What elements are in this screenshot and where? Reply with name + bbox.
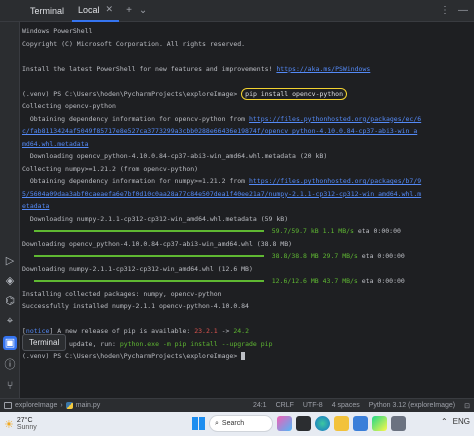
notice-line: [notice] A new release of pip is availab… <box>22 327 250 335</box>
pycharm-icon[interactable] <box>372 416 387 431</box>
tool-window-strip: ▷ ◈ ⌬ ⌖ ▣ ⓘ ⑂ <box>0 22 20 398</box>
prompt: (.venv) PS C:\Users\hoden\PycharmProject… <box>22 352 242 360</box>
system-tray: ⌃ ENG <box>441 417 470 426</box>
settings-icon[interactable] <box>391 416 406 431</box>
tool-window-header: Terminal Local ✕ + ⌄ ⋮ — <box>0 0 474 22</box>
terminal-tooltip: Terminal <box>22 334 67 351</box>
search-label: Search <box>221 420 245 427</box>
terminal-line: md64.whl.metadata <box>22 138 470 151</box>
git-icon[interactable]: ⑂ <box>3 379 17 393</box>
breadcrumb-project[interactable]: exploreImage <box>15 402 57 409</box>
terminal-line: Collecting numpy>=1.21.2 (from opencv-py… <box>22 164 199 173</box>
file-encoding[interactable]: UTF-8 <box>303 402 323 410</box>
prompt: (.venv) PS C:\Users\hoden\PycharmProject… <box>22 89 242 98</box>
python-console-icon[interactable]: ⌬ <box>3 294 17 308</box>
breadcrumb: exploreImage › main.py <box>4 402 100 409</box>
project-icon <box>4 402 12 409</box>
tool-window-title: Terminal <box>30 5 65 16</box>
windows-start-icon[interactable] <box>192 417 205 430</box>
progress-stats: 59.7/59.7 kB 1.1 MB/s <box>271 227 354 235</box>
close-icon[interactable]: ✕ <box>106 4 114 15</box>
copilot-icon[interactable] <box>277 416 292 431</box>
python-interpreter[interactable]: Python 3.12 (exploreImage) <box>369 402 455 410</box>
add-tab-icon[interactable]: + <box>126 5 132 16</box>
progress-stats: 38.8/38.8 MB 29.7 MB/s <box>271 252 358 260</box>
chevron-down-icon[interactable]: ⌄ <box>139 5 147 16</box>
terminal-output[interactable]: Windows PowerShell Copyright (C) Microso… <box>22 22 470 398</box>
terminal-line: Downloading numpy-2.1.1-cp312-cp312-win_… <box>22 214 289 223</box>
taskbar-search[interactable]: ⌕ Search <box>209 415 273 432</box>
numpy-metadata-link[interactable]: 5/5604a09daa3abf0caeaefa6e7bf0d10c0aa28a… <box>22 190 421 198</box>
terminal-prompt-line: (.venv) PS C:\Users\hoden\PycharmProject… <box>22 87 470 101</box>
task-view-icon[interactable] <box>296 416 311 431</box>
store-icon[interactable] <box>353 416 368 431</box>
status-bar: exploreImage › main.py 24:1 CRLF UTF-8 4… <box>0 398 474 412</box>
taskbar: ☀ 27°C Sunny ⌕ Search ⌃ ENG <box>0 412 474 436</box>
progress-line: 59.7/59.7 kB 1.1 MB/s eta 0:00:00 <box>22 225 470 238</box>
file-explorer-icon[interactable] <box>334 416 349 431</box>
caret-position[interactable]: 24:1 <box>253 402 267 410</box>
weather-desc: Sunny <box>16 424 37 431</box>
terminal-line: 5/5604a09daa3abf0caeaefa6e7bf0d10c0aa28a… <box>22 188 470 201</box>
indent-setting[interactable]: 4 spaces <box>332 402 360 410</box>
weather-temp: 27°C <box>16 417 33 424</box>
progress-line: 12.6/12.6 MB 43.7 MB/s eta 0:00:00 <box>22 275 470 288</box>
tab-local[interactable]: Local ✕ <box>72 0 120 22</box>
terminal-line: Collecting opencv-python <box>22 102 116 110</box>
search-icon: ⌕ <box>215 419 219 427</box>
python-file-icon <box>65 402 73 409</box>
terminal-line: Successfully installed numpy-2.1.1 openc… <box>22 302 249 310</box>
progress-eta: eta 0:00:00 <box>357 252 405 260</box>
terminal-line: Downloading opencv_python-4.10.0.84-cp37… <box>22 152 328 160</box>
terminal-line: Obtaining dependency information for ope… <box>22 114 422 123</box>
terminal-prompt-line: (.venv) PS C:\Users\hoden\PycharmProject… <box>22 350 470 363</box>
minimize-icon[interactable]: — <box>458 5 468 16</box>
python-packages-icon[interactable]: ◈ <box>3 274 17 288</box>
opencv-metadata-link[interactable]: https://files.pythonhosted.org/packages/… <box>249 115 421 123</box>
more-options-icon[interactable]: ⋮ <box>440 5 450 16</box>
run-icon[interactable]: ▷ <box>3 254 17 268</box>
progress-bar <box>33 280 264 282</box>
terminal-line: Obtaining dependency information for num… <box>22 177 422 185</box>
numpy-metadata-link[interactable]: etadata <box>22 202 49 210</box>
cursor <box>241 352 246 360</box>
terminal-line: etadata <box>22 200 470 213</box>
terminal-line: Downloading numpy-2.1.1-cp312-cp312-win_… <box>22 264 253 273</box>
numpy-metadata-link[interactable]: https://files.pythonhosted.org/packages/… <box>249 177 421 185</box>
pip-install-command: pip install opencv-python <box>241 87 347 100</box>
opencv-metadata-link[interactable]: md64.whl.metadata <box>22 140 89 148</box>
lock-icon[interactable]: ⊡ <box>464 402 470 410</box>
terminal-line: Downloading opencv_python-4.10.0.84-cp37… <box>22 239 293 248</box>
progress-bar <box>33 255 264 257</box>
language-indicator[interactable]: ENG <box>453 417 470 426</box>
breadcrumb-separator: › <box>60 402 63 409</box>
services-icon[interactable]: ⌖ <box>3 314 17 328</box>
chevron-up-icon[interactable]: ⌃ <box>441 417 448 426</box>
breadcrumb-file[interactable]: main.py <box>76 402 101 409</box>
terminal-line: Windows PowerShell <box>22 27 93 35</box>
line-ending[interactable]: CRLF <box>276 402 294 410</box>
opencv-metadata-link[interactable]: c/fab8113424af5049f85717e8e527ca3773299a… <box>22 127 417 135</box>
notice-line: [notice] To update, run: python.exe -m p… <box>22 339 273 348</box>
pswindows-link[interactable]: https://aka.ms/PSWindows <box>276 65 370 73</box>
progress-stats: 12.6/12.6 MB 43.7 MB/s <box>271 277 358 285</box>
problems-icon[interactable]: ⓘ <box>3 358 17 372</box>
terminal-line: Installing collected packages: numpy, op… <box>22 289 222 298</box>
tab-local-label: Local <box>78 4 100 15</box>
progress-bar <box>33 230 264 232</box>
progress-eta: eta 0:00:00 <box>353 227 401 235</box>
progress-eta: eta 0:00:00 <box>357 277 405 285</box>
sun-icon: ☀ <box>4 418 14 431</box>
terminal-line: c/fab8113424af5049f85717e8e527ca3773299a… <box>22 125 470 138</box>
terminal-line: Install the latest PowerShell for new fe… <box>22 64 371 73</box>
terminal-line: Copyright (C) Microsoft Corporation. All… <box>22 39 246 48</box>
edge-icon[interactable] <box>315 416 330 431</box>
weather-widget[interactable]: ☀ 27°C Sunny <box>4 417 37 431</box>
terminal-icon[interactable]: ▣ <box>3 336 17 350</box>
progress-line: 38.8/38.8 MB 29.7 MB/s eta 0:00:00 <box>22 250 470 263</box>
